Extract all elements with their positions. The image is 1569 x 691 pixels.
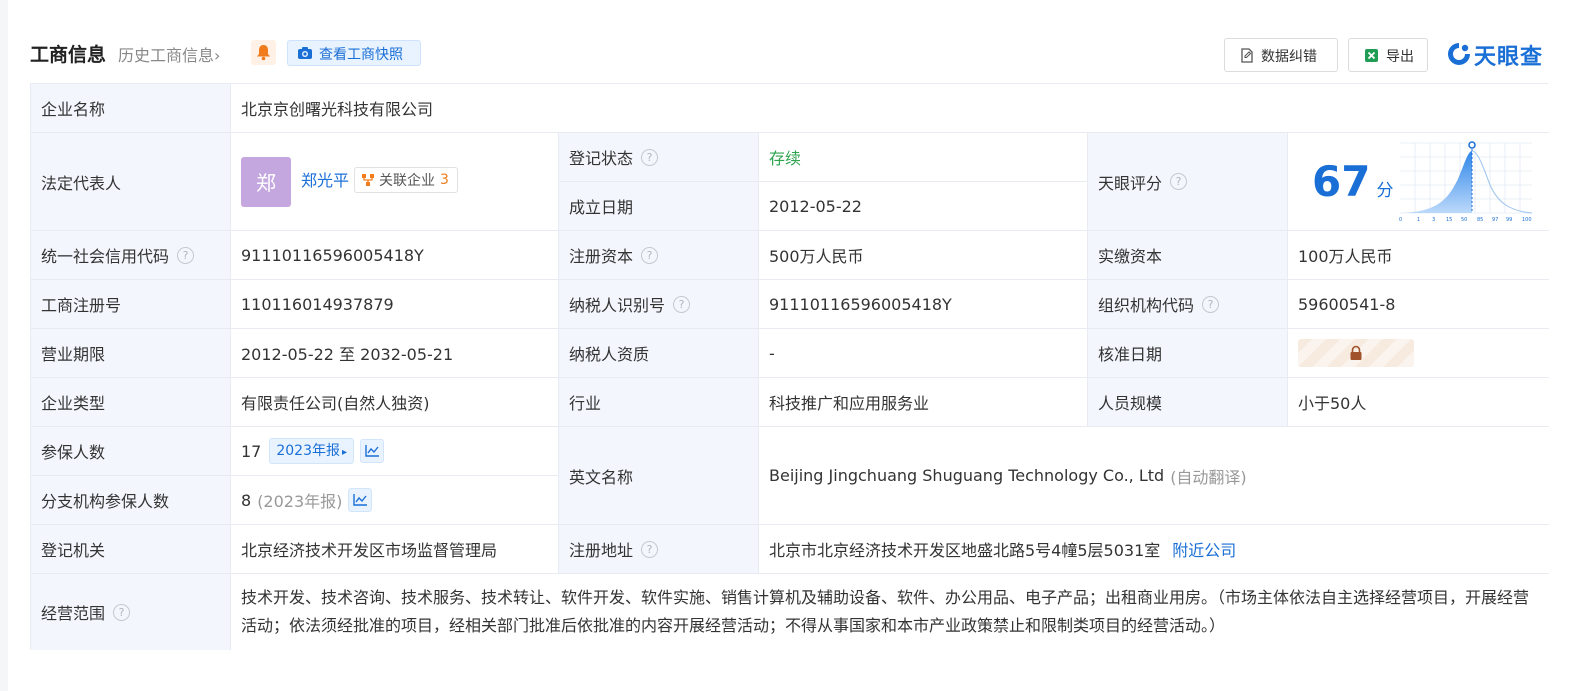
line-chart-icon	[353, 494, 368, 506]
scope-value: 技术开发、技术咨询、技术服务、技术转让、软件开发、软件实施、销售计算机及辅助设备…	[231, 574, 1549, 650]
scope-label: 经营范围?	[31, 574, 231, 650]
approval-date-label: 核准日期	[1088, 329, 1288, 378]
legal-rep-name-link[interactable]: 郑光平	[301, 167, 349, 191]
score-label: 天眼评分?	[1088, 133, 1288, 231]
score-unit: 分	[1376, 181, 1394, 201]
export-button[interactable]: 导出	[1348, 38, 1428, 72]
score-axis-tick: 97	[1492, 217, 1498, 223]
founded-label: 成立日期	[559, 182, 759, 231]
approval-date-value	[1288, 329, 1549, 378]
score-cell[interactable]: 67 分 0 1 3 15 50 85 97 99 100	[1288, 133, 1549, 231]
company-type-label: 企业类型	[31, 378, 231, 427]
reg-address-value: 北京市北京经济技术开发区地盛北路5号4幢5层5031室 附近公司	[759, 525, 1549, 574]
score-axis-tick: 1	[1417, 217, 1420, 223]
term-value: 2012-05-22 至 2032-05-21	[231, 329, 559, 378]
branch-insured-label: 分支机构参保人数	[31, 476, 231, 525]
taxpayer-id-label: 纳税人识别号?	[559, 280, 759, 329]
industry-value: 科技推广和应用服务业	[759, 378, 1088, 427]
credit-code-value: 91110116596005418Y	[231, 231, 559, 280]
english-name-label: 英文名称	[559, 427, 759, 525]
english-name-value: Beijing Jingchuang Shuguang Technology C…	[759, 427, 1549, 525]
score-axis-tick: 100	[1522, 217, 1532, 223]
company-name-label: 企业名称	[31, 84, 231, 133]
network-icon	[362, 173, 375, 186]
reg-authority-label: 登记机关	[31, 525, 231, 574]
org-code-value: 59600541-8	[1288, 280, 1549, 329]
legal-rep-cell: 郑 郑光平 关联企业 3	[231, 133, 559, 231]
history-link[interactable]: 历史工商信息›	[118, 42, 220, 66]
reg-authority-value: 北京经济技术开发区市场监督管理局	[231, 525, 559, 574]
excel-icon	[1365, 49, 1378, 62]
trend-chart-button[interactable]	[348, 488, 373, 512]
reg-capital-label: 注册资本?	[559, 231, 759, 280]
credit-code-label: 统一社会信用代码?	[31, 231, 231, 280]
staff-size-label: 人员规模	[1088, 378, 1288, 427]
help-icon[interactable]: ?	[673, 295, 691, 313]
taxpayer-qual-label: 纳税人资质	[559, 329, 759, 378]
left-gutter	[0, 0, 8, 691]
data-correction-button[interactable]: 数据纠错	[1224, 38, 1338, 72]
biz-reg-no-label: 工商注册号	[31, 280, 231, 329]
company-name-value: 北京京创曙光科技有限公司	[231, 84, 1549, 133]
legal-rep-label: 法定代表人	[31, 133, 231, 231]
snapshot-button[interactable]: 查看工商快照	[287, 40, 421, 66]
reg-address-label: 注册地址?	[559, 525, 759, 574]
biz-reg-no-value: 110116014937879	[231, 280, 559, 329]
score-axis-tick: 50	[1461, 217, 1467, 223]
help-icon[interactable]: ?	[113, 603, 131, 621]
trend-chart-button[interactable]	[360, 439, 385, 463]
score-axis-tick: 85	[1477, 217, 1483, 223]
score-axis-tick: 15	[1446, 217, 1452, 223]
org-code-label: 组织机构代码?	[1088, 280, 1288, 329]
caret-right-icon: ▸	[342, 447, 348, 458]
insured-value: 17 2023年报 ▸	[231, 427, 559, 476]
paid-capital-value: 100万人民币	[1288, 231, 1549, 280]
branch-insured-value: 8 (2023年报)	[231, 476, 559, 525]
line-chart-icon	[365, 445, 380, 457]
annual-report-dropdown[interactable]: 2023年报 ▸	[269, 438, 355, 464]
score-axis-tick: 99	[1506, 217, 1512, 223]
section-header: 工商信息 历史工商信息› 查看工商快照 数据纠错 导出 天眼查	[30, 38, 1548, 72]
industry-label: 行业	[559, 378, 759, 427]
nearby-companies-link[interactable]: 附近公司	[1172, 537, 1236, 561]
related-companies-button[interactable]: 关联企业 3	[354, 166, 458, 193]
chevron-right-icon: ›	[214, 46, 221, 65]
reg-capital-value: 500万人民币	[759, 231, 1088, 280]
score-value: 67	[1312, 157, 1371, 206]
score-axis-tick: 0	[1399, 217, 1402, 223]
term-label: 营业期限	[31, 329, 231, 378]
staff-size-value: 小于50人	[1288, 378, 1549, 427]
help-icon[interactable]: ?	[177, 246, 195, 264]
score-distribution-chart: 0 1 3 15 50 85 97 99 100	[1399, 141, 1533, 223]
help-icon[interactable]: ?	[641, 246, 659, 264]
founded-value: 2012-05-22	[759, 182, 1088, 231]
company-type-value: 有限责任公司(自然人独资)	[231, 378, 559, 427]
business-info-table: 企业名称 北京京创曙光科技有限公司 法定代表人 郑 郑光平 关联企业 3 登记状态…	[30, 83, 1549, 650]
help-icon[interactable]: ?	[641, 148, 659, 166]
edit-doc-icon	[1241, 48, 1253, 63]
help-icon[interactable]: ?	[1202, 295, 1220, 313]
score-axis-tick: 3	[1432, 217, 1435, 223]
logo-mark-icon	[1448, 43, 1470, 65]
lock-icon	[1350, 345, 1362, 360]
help-icon[interactable]: ?	[1170, 173, 1188, 190]
taxpayer-id-value: 91110116596005418Y	[759, 280, 1088, 329]
bell-button[interactable]	[251, 40, 276, 65]
paid-capital-label: 实缴资本	[1088, 231, 1288, 280]
section-title: 工商信息	[30, 44, 107, 66]
locked-content[interactable]	[1298, 339, 1414, 367]
legal-rep-avatar: 郑	[241, 156, 291, 207]
bell-icon	[257, 45, 270, 61]
help-icon[interactable]: ?	[641, 540, 659, 558]
reg-status-value: 存续	[759, 133, 1088, 182]
insured-label: 参保人数	[31, 427, 231, 476]
camera-icon	[298, 47, 312, 59]
taxpayer-qual-value: -	[759, 329, 1088, 378]
reg-status-label: 登记状态?	[559, 133, 759, 182]
